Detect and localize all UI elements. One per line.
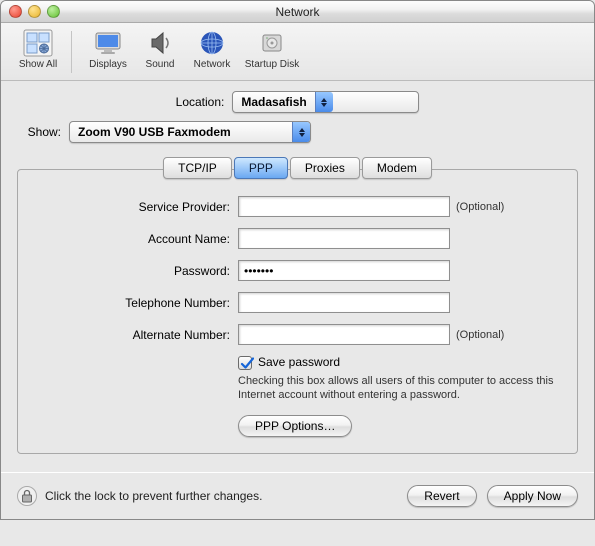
- service-provider-label: Service Provider:: [40, 200, 230, 214]
- toolbar-sound-label: Sound: [146, 59, 175, 70]
- show-value: Zoom V90 USB Faxmodem: [70, 125, 292, 139]
- password-label: Password:: [40, 264, 230, 278]
- location-select[interactable]: Madasafish: [232, 91, 419, 113]
- tabs-wrap: TCP/IP PPP Proxies Modem Service Provide…: [17, 157, 578, 454]
- location-label: Location:: [176, 95, 225, 109]
- footer: Click the lock to prevent further change…: [1, 483, 594, 519]
- revert-button[interactable]: Revert: [407, 485, 476, 507]
- toolbar-startup-disk-label: Startup Disk: [245, 59, 299, 70]
- show-select[interactable]: Zoom V90 USB Faxmodem: [69, 121, 311, 143]
- location-value: Madasafish: [233, 95, 314, 109]
- alternate-label: Alternate Number:: [40, 328, 230, 342]
- tab-modem[interactable]: Modem: [362, 157, 432, 179]
- lock-icon[interactable]: [17, 486, 37, 506]
- disk-icon: [256, 27, 288, 59]
- zoom-button[interactable]: [47, 5, 60, 18]
- grid-icon: [22, 27, 54, 59]
- password-input[interactable]: [238, 260, 450, 281]
- toolbar-separator: [71, 31, 72, 73]
- titlebar: Network: [1, 1, 594, 23]
- show-row: Show: Zoom V90 USB Faxmodem: [17, 121, 578, 143]
- minimize-button[interactable]: [28, 5, 41, 18]
- close-button[interactable]: [9, 5, 22, 18]
- row-account-name: Account Name:: [40, 228, 555, 249]
- location-row: Location: Madasafish: [17, 91, 578, 113]
- tabs: TCP/IP PPP Proxies Modem: [17, 157, 578, 179]
- speaker-icon: [144, 27, 176, 59]
- toolbar-show-all-label: Show All: [19, 59, 57, 70]
- divider: [0, 472, 595, 473]
- tab-proxies[interactable]: Proxies: [290, 157, 360, 179]
- lock-text: Click the lock to prevent further change…: [45, 489, 407, 503]
- row-telephone: Telephone Number:: [40, 292, 555, 313]
- globe-icon: [196, 27, 228, 59]
- toolbar-show-all[interactable]: Show All: [9, 27, 67, 70]
- toolbar-displays[interactable]: Displays: [82, 27, 134, 70]
- row-save-password: Save password: [238, 356, 555, 370]
- select-arrows-icon: [315, 92, 333, 112]
- window: Network Show All: [0, 0, 595, 520]
- traffic-lights: [9, 5, 60, 18]
- tab-ppp[interactable]: PPP: [234, 157, 288, 179]
- account-name-input[interactable]: [238, 228, 450, 249]
- save-password-label: Save password: [258, 355, 340, 369]
- pane-ppp: Service Provider: (Optional) Account Nam…: [17, 169, 578, 454]
- save-password-desc: Checking this box allows all users of th…: [238, 374, 558, 403]
- row-ppp-options: PPP Options…: [238, 415, 555, 437]
- tab-tcpip[interactable]: TCP/IP: [163, 157, 232, 179]
- service-provider-optional: (Optional): [456, 201, 504, 213]
- apply-now-button[interactable]: Apply Now: [487, 485, 578, 507]
- telephone-input[interactable]: [238, 292, 450, 313]
- toolbar-displays-label: Displays: [89, 59, 127, 70]
- select-arrows-icon: [292, 122, 310, 142]
- toolbar-network[interactable]: Network: [186, 27, 238, 70]
- display-icon: [92, 27, 124, 59]
- footer-buttons: Revert Apply Now: [407, 485, 578, 507]
- telephone-label: Telephone Number:: [40, 296, 230, 310]
- row-service-provider: Service Provider: (Optional): [40, 196, 555, 217]
- toolbar: Show All Displays Sound: [1, 23, 594, 81]
- toolbar-sound[interactable]: Sound: [134, 27, 186, 70]
- save-password-checkbox[interactable]: [238, 356, 252, 370]
- show-label: Show:: [17, 125, 61, 139]
- toolbar-network-label: Network: [194, 59, 231, 70]
- row-password: Password:: [40, 260, 555, 281]
- ppp-options-button[interactable]: PPP Options…: [238, 415, 352, 437]
- toolbar-startup-disk[interactable]: Startup Disk: [238, 27, 306, 70]
- window-title: Network: [275, 5, 319, 19]
- alternate-optional: (Optional): [456, 329, 504, 341]
- row-alternate: Alternate Number: (Optional): [40, 324, 555, 345]
- body: Location: Madasafish Show: Zoom V90 USB …: [1, 81, 594, 460]
- service-provider-input[interactable]: [238, 196, 450, 217]
- account-name-label: Account Name:: [40, 232, 230, 246]
- alternate-input[interactable]: [238, 324, 450, 345]
